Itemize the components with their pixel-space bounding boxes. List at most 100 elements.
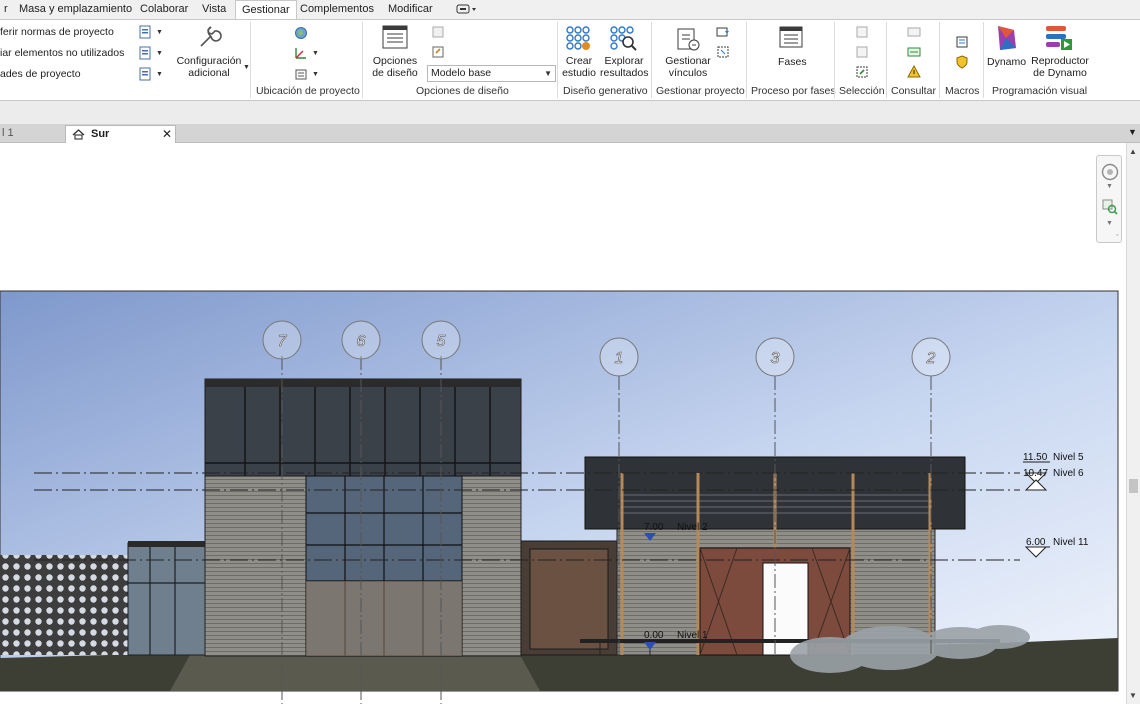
grid-bubble-label: 3	[771, 350, 780, 367]
level-1-name: Nivel 1	[677, 630, 708, 641]
panel-toggle-icon	[456, 4, 476, 14]
chevron-down-icon[interactable]: ▼	[1106, 220, 1113, 227]
grid-bubble-label: 7	[278, 333, 288, 350]
manage-images-icon[interactable]	[716, 25, 730, 39]
level-11-value: 6.00	[1026, 537, 1046, 548]
save-selection-icon[interactable]	[855, 25, 869, 39]
project-units-button[interactable]: ades de proyecto	[0, 68, 81, 80]
design-option-value: Modelo base	[431, 67, 492, 79]
chevron-down-icon[interactable]: ▼	[156, 71, 163, 78]
level-1-value: 0.00	[644, 630, 664, 641]
ribbon-separator	[886, 22, 887, 98]
scroll-down-icon[interactable]: ▼	[1129, 691, 1137, 700]
position-icon[interactable]	[294, 67, 308, 81]
level-6-value: 10.47	[1023, 468, 1048, 479]
global-parameters-icon[interactable]	[139, 46, 153, 60]
edit-selection-icon[interactable]	[855, 65, 869, 79]
level-6-name: Nivel 6	[1053, 468, 1084, 479]
macros-panel-label: Macros	[945, 85, 980, 97]
tab-collaborate[interactable]: Colaborar	[140, 0, 188, 19]
scroll-thumb[interactable]	[1129, 479, 1138, 493]
explore-results-button[interactable]: Explorar resultados	[600, 55, 648, 79]
view-tab-sur[interactable]: Sur ✕	[65, 125, 176, 143]
additional-settings-button[interactable]: Configuración adicional	[176, 55, 242, 79]
transfer-standards-button[interactable]: ferir normas de proyecto	[0, 26, 114, 38]
dynamo-player-icon[interactable]	[1044, 24, 1074, 52]
close-icon[interactable]: ✕	[162, 126, 172, 143]
design-options-panel-label: Opciones de diseño	[416, 85, 509, 97]
tab-modify[interactable]: Modificar	[388, 0, 433, 19]
tower-top-glass	[204, 378, 522, 477]
scroll-up-icon[interactable]: ▲	[1129, 147, 1137, 156]
view-tab-level-1[interactable]: l 1	[2, 125, 14, 143]
tab-addins[interactable]: Complementos	[300, 0, 374, 19]
globe-location-icon[interactable]	[294, 26, 308, 40]
explore-results-icon[interactable]	[609, 25, 637, 51]
create-study-icon[interactable]	[565, 25, 591, 51]
perforated-wall	[0, 555, 128, 655]
tab-list-dropdown-icon[interactable]: ▼	[1128, 127, 1137, 137]
macro-security-icon[interactable]	[955, 55, 969, 69]
select-by-id-icon[interactable]	[907, 45, 921, 59]
chevron-down-icon[interactable]: ▼	[156, 29, 163, 36]
ribbon-separator	[939, 22, 940, 98]
manage-project-panel-label: Gestionar proyecto	[656, 85, 745, 97]
phasing-panel-label: Proceso por fases	[751, 85, 836, 97]
level-5-value: 11.50	[1023, 452, 1048, 463]
ribbon-separator	[651, 22, 652, 98]
steering-wheel-icon[interactable]	[1100, 162, 1120, 182]
grid-bubble-label: 1	[615, 350, 624, 367]
phases-button[interactable]: Fases	[778, 56, 807, 68]
tab-view[interactable]: Vista	[202, 0, 226, 19]
chevron-down-icon[interactable]: ▼	[243, 64, 250, 71]
create-study-button[interactable]: Crear estudio	[560, 55, 598, 79]
warnings-icon[interactable]	[907, 65, 921, 79]
tab-massing[interactable]: Masa y emplazamiento	[19, 0, 132, 19]
selection-panel-label: Selección	[839, 85, 885, 97]
grid-bubble-label: 6	[357, 333, 366, 350]
panel-visibility-toggle[interactable]	[456, 0, 478, 19]
ids-of-selection-icon[interactable]	[907, 25, 921, 39]
load-selection-icon[interactable]	[855, 45, 869, 59]
visual-programming-panel-label: Programación visual	[992, 85, 1088, 97]
project-location-panel-label: Ubicación de proyecto	[256, 85, 360, 97]
chevron-down-icon: ▼	[544, 69, 552, 78]
pick-to-edit-icon[interactable]	[431, 45, 445, 59]
dynamo-button[interactable]: Dynamo	[987, 56, 1026, 68]
design-option-select[interactable]: Modelo base ▼	[427, 65, 556, 82]
grid-bubble-label: 2	[926, 350, 936, 367]
connector-opening	[529, 548, 609, 650]
dynamo-player-button[interactable]: Reproductor de Dynamo	[1030, 55, 1090, 79]
manage-links-button[interactable]: Gestionar vínculos	[662, 55, 714, 79]
add-to-set-icon[interactable]	[431, 25, 445, 39]
phases-icon[interactable]	[777, 24, 805, 52]
ribbon-separator	[362, 22, 363, 98]
zoom-icon[interactable]	[1101, 198, 1119, 216]
shared-parameters-icon[interactable]	[139, 25, 153, 39]
starting-view-icon[interactable]	[716, 45, 730, 59]
tab-partial[interactable]: r	[4, 0, 8, 19]
coordinates-icon[interactable]	[294, 46, 308, 60]
ribbon-separator	[834, 22, 835, 98]
tab-manage[interactable]: Gestionar	[235, 0, 297, 19]
elevation-view-icon	[72, 129, 85, 140]
design-options-button[interactable]: Opciones de diseño	[366, 55, 424, 79]
navigation-bar: ▼ ▼ ◦	[1096, 155, 1122, 243]
design-options-icon[interactable]	[381, 24, 409, 52]
chevron-down-icon[interactable]: ▼	[156, 50, 163, 57]
ribbon-separator	[557, 22, 558, 98]
chevron-down-icon[interactable]: ▼	[1106, 183, 1113, 190]
vertical-scrollbar[interactable]: ▲ ▼	[1126, 143, 1140, 704]
macro-manager-icon[interactable]	[955, 35, 969, 49]
chevron-down-icon[interactable]: ▼	[312, 71, 319, 78]
dynamo-icon[interactable]	[994, 24, 1020, 52]
chevron-down-icon[interactable]: ▼	[312, 50, 319, 57]
wrench-icon[interactable]	[196, 25, 222, 51]
purge-unused-button[interactable]: iar elementos no utilizados	[0, 47, 124, 59]
level-2-name: Nivel 2	[677, 522, 708, 533]
tower-roof	[205, 379, 521, 387]
nav-bar-options-icon[interactable]: ◦	[1116, 232, 1118, 239]
manage-links-icon[interactable]	[674, 25, 702, 53]
elevation-canvas[interactable]: 765132 11.50 Nivel 5 10.47 Nivel 6 6.00 …	[0, 143, 1126, 704]
transfer-icon[interactable]	[139, 67, 153, 81]
